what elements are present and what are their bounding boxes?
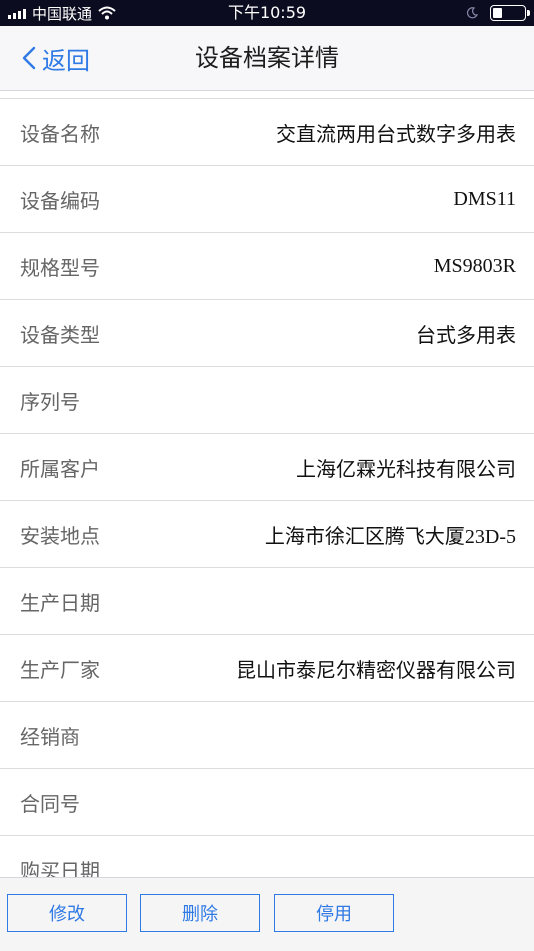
field-label: 所属客户	[20, 456, 100, 481]
field-label: 序列号	[20, 389, 80, 414]
field-label: 设备类型	[20, 322, 100, 347]
back-button[interactable]: 返回	[22, 26, 90, 90]
battery-fill	[493, 8, 502, 18]
field-row-device-type: 设备类型 台式多用表	[0, 300, 534, 367]
field-label: 设备编码	[20, 188, 100, 213]
delete-button[interactable]: 删除	[140, 894, 260, 932]
list-top-divider	[0, 91, 534, 99]
field-row-device-name: 设备名称 交直流两用台式数字多用表	[0, 99, 534, 166]
field-row-serial-number: 序列号	[0, 367, 534, 434]
field-label: 生产厂家	[20, 657, 100, 682]
moon-icon	[466, 7, 478, 19]
field-label: 购买日期	[20, 858, 100, 878]
field-label: 设备名称	[20, 121, 100, 146]
field-label: 规格型号	[20, 255, 100, 280]
field-row-customer: 所属客户 上海亿霖光科技有限公司	[0, 434, 534, 501]
field-value: DMS11	[453, 187, 516, 210]
field-row-production-date: 生产日期	[0, 568, 534, 635]
field-row-manufacturer: 生产厂家 昆山市泰尼尔精密仪器有限公司	[0, 635, 534, 702]
field-label: 合同号	[20, 791, 80, 816]
field-value: MS9803R	[433, 254, 516, 277]
status-right	[466, 0, 530, 26]
field-label: 生产日期	[20, 590, 100, 615]
battery-icon	[490, 5, 530, 21]
field-row-model: 规格型号 MS9803R	[0, 233, 534, 300]
chevron-left-icon	[22, 46, 36, 70]
back-label: 返回	[42, 46, 90, 75]
field-value: 上海市徐汇区腾飞大厦23D-5	[264, 525, 516, 548]
field-value: 台式多用表	[416, 324, 516, 347]
edit-button[interactable]: 修改	[7, 894, 127, 932]
disable-button[interactable]: 停用	[274, 894, 394, 932]
bottom-toolbar: 修改 删除 停用	[0, 877, 534, 951]
field-label: 安装地点	[20, 523, 100, 548]
field-row-install-location: 安装地点 上海市徐汇区腾飞大厦23D-5	[0, 501, 534, 568]
field-label: 经销商	[20, 724, 80, 749]
status-time: 下午10:59	[227, 3, 307, 22]
field-row-dealer: 经销商	[0, 702, 534, 769]
field-row-purchase-date: 购买日期	[0, 836, 534, 878]
field-value: 上海亿霖光科技有限公司	[296, 458, 516, 481]
field-value: 昆山市泰尼尔精密仪器有限公司	[236, 659, 516, 682]
detail-list[interactable]: 设备名称 交直流两用台式数字多用表 设备编码 DMS11 规格型号 MS9803…	[0, 99, 534, 877]
field-row-device-code: 设备编码 DMS11	[0, 166, 534, 233]
field-value: 交直流两用台式数字多用表	[276, 123, 516, 146]
status-bar: 中国联通 下午10:59	[0, 0, 534, 26]
field-row-contract-number: 合同号	[0, 769, 534, 836]
nav-bar: 返回 设备档案详情	[0, 26, 534, 91]
